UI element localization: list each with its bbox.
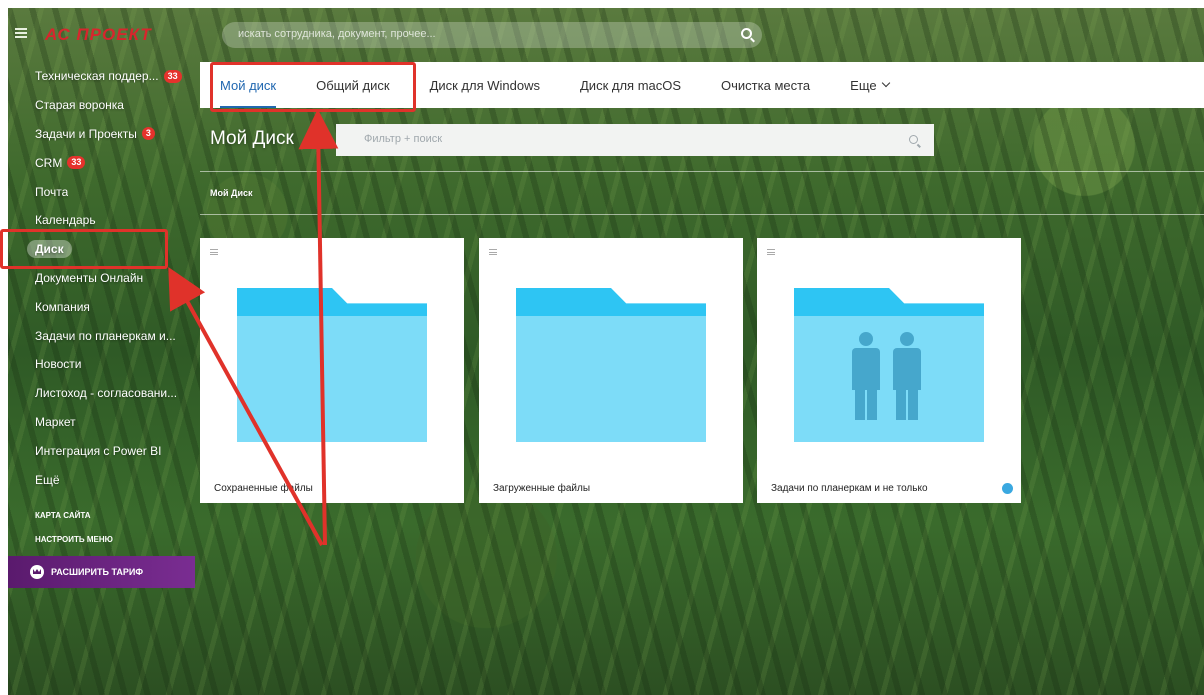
annotation-arrows: [168, 109, 339, 546]
